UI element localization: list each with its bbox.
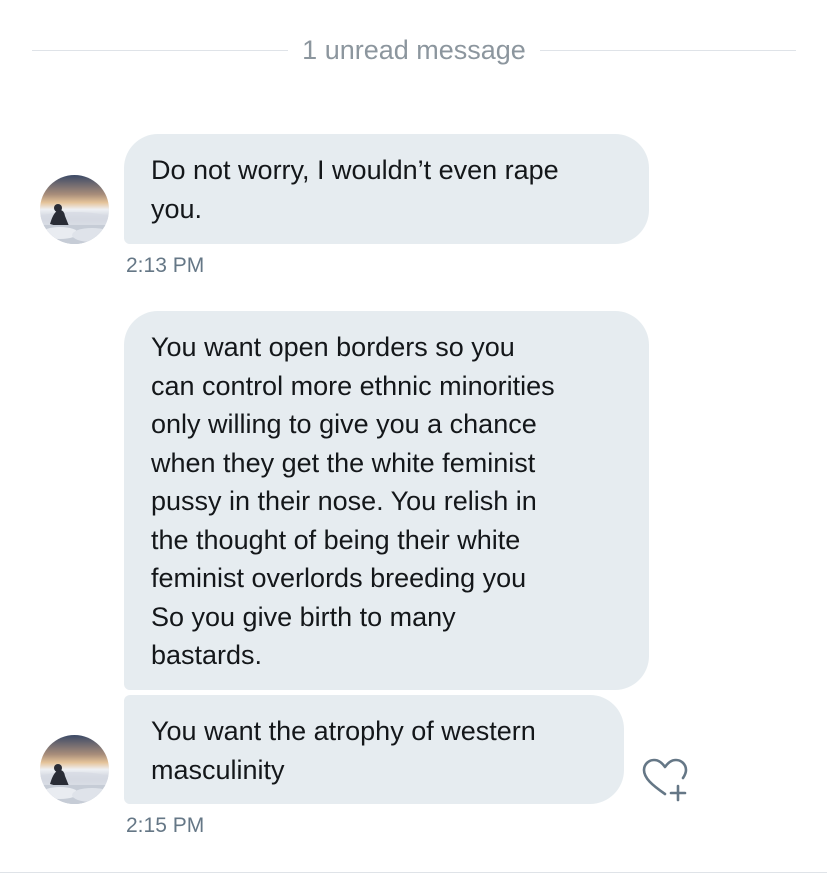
divider-line-right (539, 49, 796, 51)
divider-line-left (32, 49, 289, 51)
avatar-image (40, 204, 109, 244)
message-bubble[interactable]: You want the atrophy of western masculin… (124, 695, 624, 804)
sender-avatar[interactable] (40, 735, 109, 804)
avatar-image (40, 764, 109, 804)
message-timestamp: 2:15 PM (126, 814, 205, 837)
heart-plus-icon[interactable] (640, 758, 690, 802)
message-bubble[interactable]: Do not worry, I wouldn’t even rape you. (124, 134, 649, 244)
unread-divider: 1 unread message (32, 30, 796, 70)
message-timestamp: 2:13 PM (126, 254, 205, 277)
unread-message-label: 1 unread message (302, 34, 526, 65)
bottom-divider (0, 872, 827, 873)
sender-avatar[interactable] (40, 175, 109, 244)
message-bubble[interactable]: You want open borders so you can control… (124, 311, 649, 690)
